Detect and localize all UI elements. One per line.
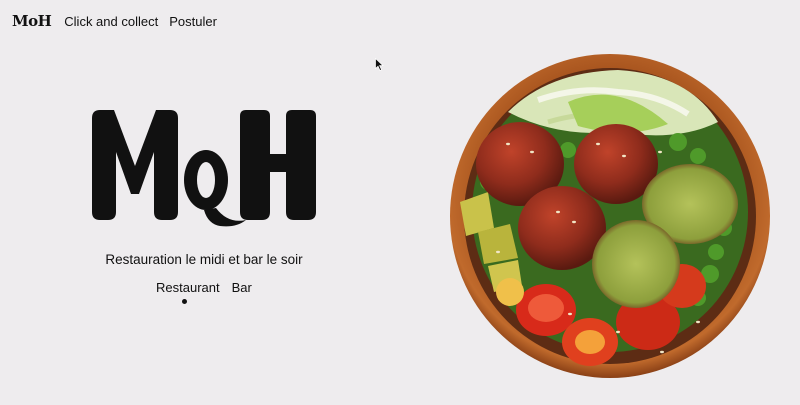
hero-logo-text: MoH <box>88 232 89 233</box>
nav-link-postuler[interactable]: Postuler <box>169 14 217 29</box>
top-nav: MoH Click and collect Postuler <box>12 10 217 32</box>
falafel-bowl-image <box>448 52 772 380</box>
tab-restaurant[interactable]: Restaurant <box>156 280 220 295</box>
mouse-cursor-icon <box>375 58 384 71</box>
nav-logo[interactable]: MoH <box>12 12 52 30</box>
service-tabs: Restaurant Bar <box>156 280 252 304</box>
hero-logo: MoH <box>88 100 320 232</box>
tab-bar[interactable]: Bar <box>232 280 252 295</box>
active-tab-indicator <box>182 299 187 304</box>
tagline: Restauration le midi et bar le soir <box>105 252 303 267</box>
nav-link-click-and-collect[interactable]: Click and collect <box>64 14 158 29</box>
